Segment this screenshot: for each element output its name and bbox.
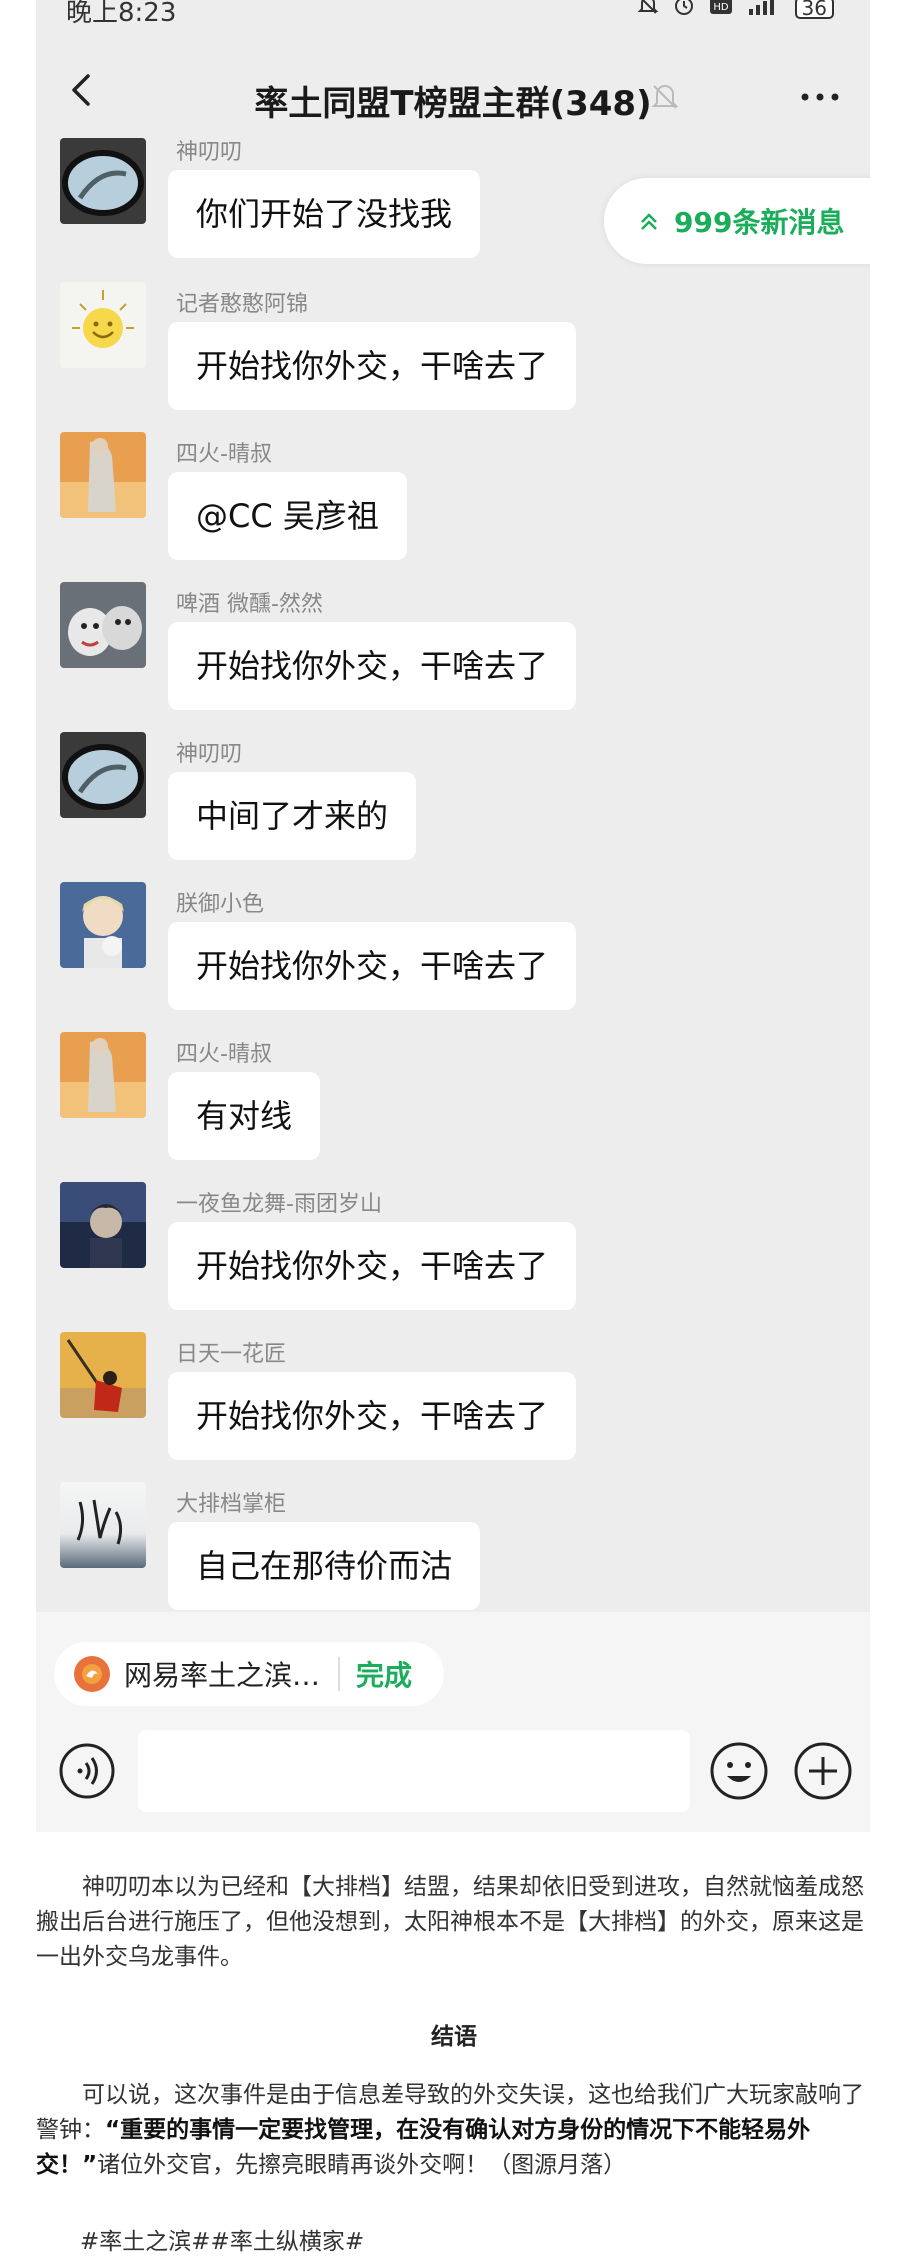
message-bubble[interactable]: 开始找你外交，干啥去了	[168, 622, 577, 710]
sender-name: 四火-晴叔	[176, 1042, 272, 1067]
status-icons: HD 36	[637, 0, 834, 21]
new-messages-label: 999条新消息	[674, 206, 845, 239]
chat-message: 记者憨憨阿锦 开始找你外交，干啥去了	[36, 282, 870, 430]
anime-boy-avatar[interactable]	[60, 882, 146, 968]
sender-name: 神叨叨	[176, 742, 243, 767]
message-bubble[interactable]: 开始找你外交，干啥去了	[168, 1222, 577, 1310]
sender-name: 记者憨憨阿锦	[176, 292, 309, 317]
plus-icon[interactable]	[792, 1740, 854, 1802]
voice-icon[interactable]	[58, 1742, 116, 1800]
article-paragraph-2: 可以说，这次事件是由于信息差导致的外交失误，这也给我们广大玩家敲响了警钟：“重要…	[36, 2078, 884, 2183]
chat-message: 大排档掌柜 自己在那待价而沽	[36, 1482, 870, 1630]
alarm-icon	[673, 0, 695, 21]
chat-title: 率土同盟T榜盟主群(348)	[254, 84, 652, 124]
svg-text:HD: HD	[713, 2, 729, 13]
game-logo-icon	[74, 1656, 110, 1692]
sender-name: 四火-晴叔	[176, 442, 272, 467]
chat-message: 朕御小色 开始找你外交，干啥去了	[36, 882, 870, 1030]
status-time: 晚上8:23	[66, 0, 177, 28]
more-options-icon[interactable]	[796, 82, 844, 112]
figure-avatar[interactable]	[60, 1032, 146, 1118]
mirror-avatar[interactable]	[60, 732, 146, 818]
calligraphy-avatar[interactable]	[60, 1482, 146, 1568]
battery-icon: 36	[794, 0, 834, 19]
done-button[interactable]: 完成	[356, 1654, 412, 1694]
mirror-avatar[interactable]	[60, 138, 146, 224]
sender-name: 一夜鱼龙舞-雨团岁山	[176, 1192, 382, 1217]
chat-message: 四火-晴叔 有对线	[36, 1032, 870, 1180]
sender-name: 啤酒 微醺-然然	[176, 592, 323, 617]
message-bubble[interactable]: 开始找你外交，干啥去了	[168, 922, 577, 1010]
signal-icon	[747, 0, 781, 20]
message-input[interactable]	[138, 1730, 690, 1812]
chat-message: 一夜鱼龙舞-雨团岁山 开始找你外交，干啥去了	[36, 1182, 870, 1330]
paragraph-text: 神叨叨本以为已经和【大排档】结盟，结果却依旧受到进攻，自然就恼羞成怒搬出后台进行…	[36, 1874, 864, 1970]
sender-name: 大排档掌柜	[176, 1492, 287, 1517]
status-bar: 晚上8:23 HD 36	[36, 0, 870, 30]
mute-bell-icon	[651, 85, 679, 109]
article-paragraph-1: 神叨叨本以为已经和【大排档】结盟，结果却依旧受到进攻，自然就恼羞成怒搬出后台进行…	[36, 1870, 884, 1975]
message-bubble[interactable]: 你们开始了没找我	[168, 170, 481, 258]
chip-label: 网易率土之滨…	[124, 1659, 321, 1692]
sender-name: 神叨叨	[176, 140, 243, 165]
chat-message: 日天一花匠 开始找你外交，干啥去了	[36, 1332, 870, 1480]
message-bubble[interactable]: 有对线	[168, 1072, 321, 1160]
emoji-icon[interactable]	[708, 1740, 770, 1802]
message-bubble[interactable]: 自己在那待价而沽	[168, 1522, 481, 1610]
spear-avatar[interactable]	[60, 1332, 146, 1418]
chip-divider	[338, 1657, 341, 1691]
section-heading: 结语	[431, 2024, 477, 2050]
message-bubble[interactable]: 开始找你外交，干啥去了	[168, 1372, 577, 1460]
night-avatar[interactable]	[60, 1182, 146, 1268]
input-bar: 网易率土之滨… 完成	[36, 1612, 870, 1832]
paragraph-text-end: 诸位外交官，先擦亮眼睛再谈外交啊！（图源月落）	[97, 2152, 627, 2178]
hd-icon: HD	[709, 0, 733, 20]
message-bubble[interactable]: 开始找你外交，干啥去了	[168, 322, 577, 410]
message-bubble[interactable]: @CC 吴彦祖	[168, 472, 407, 560]
sun-avatar[interactable]	[60, 282, 146, 368]
sender-name: 日天一花匠	[176, 1342, 287, 1367]
mute-bell-icon	[637, 0, 659, 21]
game-chip[interactable]: 网易率土之滨… 完成	[54, 1642, 444, 1706]
hashtags[interactable]: #率土之滨##率土纵横家#	[80, 2222, 364, 2256]
sender-name: 朕御小色	[176, 892, 265, 917]
chat-header: 率土同盟T榜盟主群(348)	[36, 30, 870, 154]
chat-message: 四火-晴叔 @CC 吴彦祖	[36, 432, 870, 580]
husky-avatar[interactable]	[60, 582, 146, 668]
chat-message: 神叨叨 中间了才来的	[36, 732, 870, 880]
message-bubble[interactable]: 中间了才来的	[168, 772, 417, 860]
figure-avatar[interactable]	[60, 432, 146, 518]
new-messages-button[interactable]: 999条新消息	[604, 178, 870, 264]
chat-screenshot: 晚上8:23 HD 36 率土同盟T榜盟主群(348) 神叨叨 你们开始了没找我…	[36, 0, 870, 1832]
chat-message: 啤酒 微醺-然然 开始找你外交，干啥去了	[36, 582, 870, 730]
double-chevron-up-icon	[641, 213, 657, 230]
